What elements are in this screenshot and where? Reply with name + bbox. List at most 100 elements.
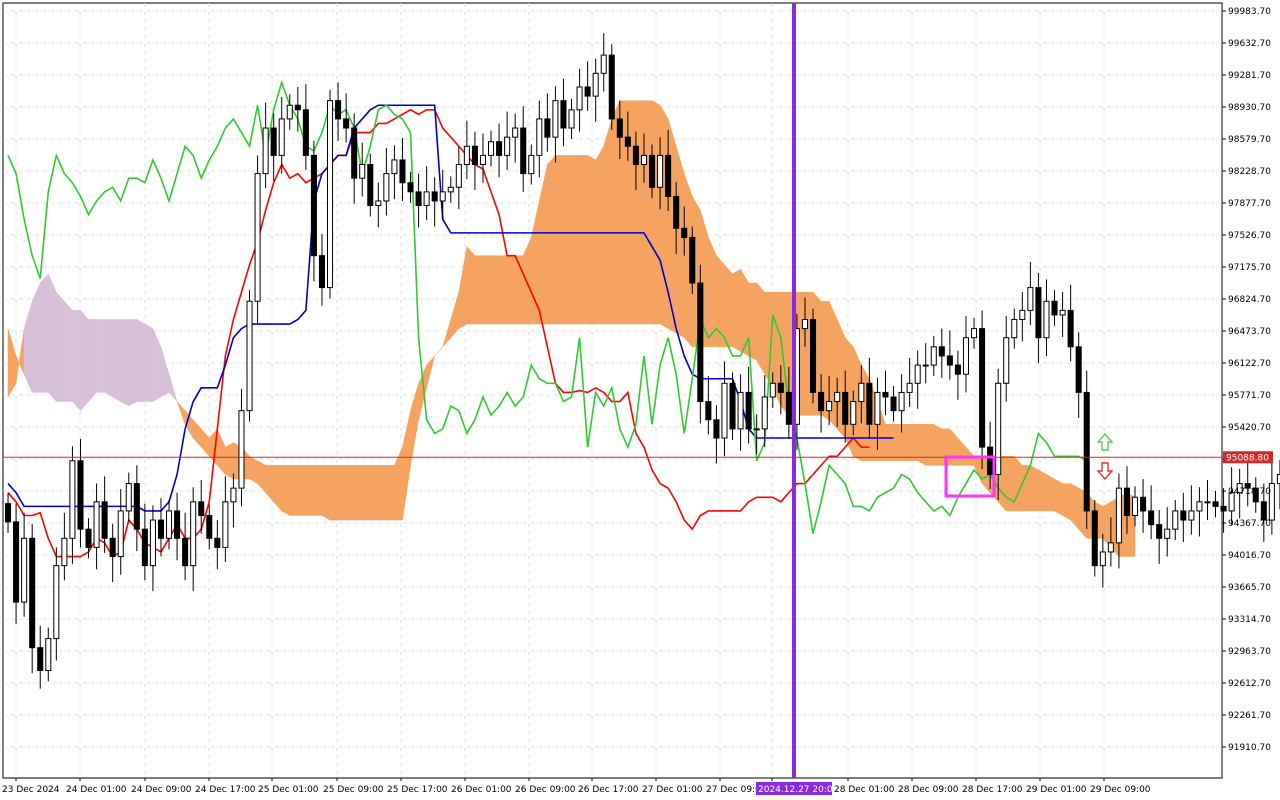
candle-body[interactable] <box>1059 309 1066 316</box>
candle-body[interactable] <box>777 382 784 393</box>
candle-body[interactable] <box>890 396 897 412</box>
candle-body[interactable] <box>21 537 28 603</box>
candle-body[interactable] <box>230 487 237 503</box>
candle-body[interactable] <box>1132 496 1139 516</box>
candle-body[interactable] <box>29 537 36 649</box>
candle-body[interactable] <box>761 396 768 430</box>
candle-body[interactable] <box>479 154 487 165</box>
candle-body[interactable] <box>45 638 52 671</box>
candle-body[interactable] <box>673 195 680 229</box>
candle-body[interactable] <box>1115 487 1122 544</box>
candle-body[interactable] <box>785 391 792 425</box>
candle-body[interactable] <box>665 154 672 197</box>
candle-body[interactable] <box>157 519 164 539</box>
candle-body[interactable] <box>246 300 253 412</box>
candle-body[interactable] <box>971 328 978 339</box>
candle-body[interactable] <box>61 537 68 567</box>
candle-body[interactable] <box>914 364 921 384</box>
candle-body[interactable] <box>1172 510 1179 530</box>
candle-body[interactable] <box>1035 287 1042 339</box>
candle-body[interactable] <box>1003 337 1010 384</box>
candle-body[interactable] <box>922 364 929 367</box>
candle-body[interactable] <box>423 191 430 207</box>
candle-body[interactable] <box>93 501 100 548</box>
candle-body[interactable] <box>576 86 583 111</box>
candle-body[interactable] <box>834 391 841 403</box>
candle-body[interactable] <box>1220 505 1227 512</box>
candle-body[interactable] <box>818 391 825 412</box>
candle-body[interactable] <box>1196 501 1203 512</box>
candle-body[interactable] <box>640 154 648 165</box>
candle-body[interactable] <box>1051 300 1058 316</box>
candle-body[interactable] <box>729 382 736 430</box>
candle-body[interactable] <box>592 72 599 97</box>
candle-body[interactable] <box>367 163 374 207</box>
candle-body[interactable] <box>536 118 543 156</box>
candle-body[interactable] <box>463 145 470 165</box>
candle-body[interactable] <box>882 391 889 398</box>
candle-body[interactable] <box>182 537 189 567</box>
price-chart[interactable]: 99983.70 99632.70 99281.70 98930.70 98579.70… <box>0 0 1280 800</box>
candle-body[interactable] <box>938 346 945 357</box>
candle-body[interactable] <box>222 501 229 548</box>
candle-body[interactable] <box>310 154 317 257</box>
candle-body[interactable] <box>190 501 197 567</box>
candle-body[interactable] <box>874 391 881 425</box>
candle-body[interactable] <box>753 428 760 431</box>
candle-body[interactable] <box>624 136 631 147</box>
candle-body[interactable] <box>1107 542 1114 553</box>
candle-body[interactable] <box>1164 528 1171 539</box>
candle-body[interactable] <box>552 100 559 138</box>
candle-body[interactable] <box>1188 510 1195 521</box>
candle-body[interactable] <box>1027 287 1034 311</box>
candle-body[interactable] <box>431 191 438 202</box>
candle-body[interactable] <box>568 109 575 129</box>
candle-body[interactable] <box>174 510 181 539</box>
candle-body[interactable] <box>1067 309 1074 348</box>
candle-body[interactable] <box>13 521 20 603</box>
candle-body[interactable] <box>1260 501 1267 521</box>
candle-body[interactable] <box>842 391 849 425</box>
candle-body[interactable] <box>1156 524 1163 539</box>
candle-body[interactable] <box>1043 300 1050 339</box>
candle-body[interactable] <box>1083 391 1090 512</box>
candle-body[interactable] <box>681 227 688 238</box>
candle-body[interactable] <box>125 483 132 512</box>
candle-body[interactable] <box>954 364 961 375</box>
candle-body[interactable] <box>262 127 269 175</box>
candle-body[interactable] <box>858 382 865 403</box>
candle-body[interactable] <box>85 528 92 548</box>
candle-body[interactable] <box>471 145 478 165</box>
candle-body[interactable] <box>238 410 245 489</box>
candle-body[interactable] <box>1204 501 1211 504</box>
candle-body[interactable] <box>689 236 696 284</box>
candle-body[interactable] <box>504 136 511 156</box>
candle-body[interactable] <box>520 127 527 175</box>
candle-body[interactable] <box>351 127 358 179</box>
candle-body[interactable] <box>721 382 728 439</box>
candle-body[interactable] <box>77 460 84 530</box>
candle-body[interactable] <box>447 186 454 193</box>
candle-body[interactable] <box>987 446 994 475</box>
candle-body[interactable] <box>133 483 140 530</box>
candle-body[interactable] <box>1011 318 1018 339</box>
candle-body[interactable] <box>439 191 446 202</box>
candle-body[interactable] <box>560 100 567 129</box>
candle-body[interactable] <box>294 104 301 111</box>
candle-body[interactable] <box>359 163 366 179</box>
candle-body[interactable] <box>206 514 213 539</box>
candle-body[interactable] <box>745 391 752 430</box>
candle-body[interactable] <box>697 282 704 403</box>
candle-body[interactable] <box>375 200 382 207</box>
candle-body[interactable] <box>383 173 390 202</box>
candle-body[interactable] <box>101 501 108 539</box>
candle-body[interactable] <box>866 382 873 425</box>
candle-body[interactable] <box>117 510 124 558</box>
candle-body[interactable] <box>1019 309 1026 320</box>
candle-body[interactable] <box>1212 501 1219 507</box>
candle-body[interactable] <box>109 537 116 558</box>
candle-body[interactable] <box>343 118 350 129</box>
candle-body[interactable] <box>962 337 970 375</box>
candle-body[interactable] <box>850 401 857 425</box>
candle-body[interactable] <box>166 510 173 539</box>
